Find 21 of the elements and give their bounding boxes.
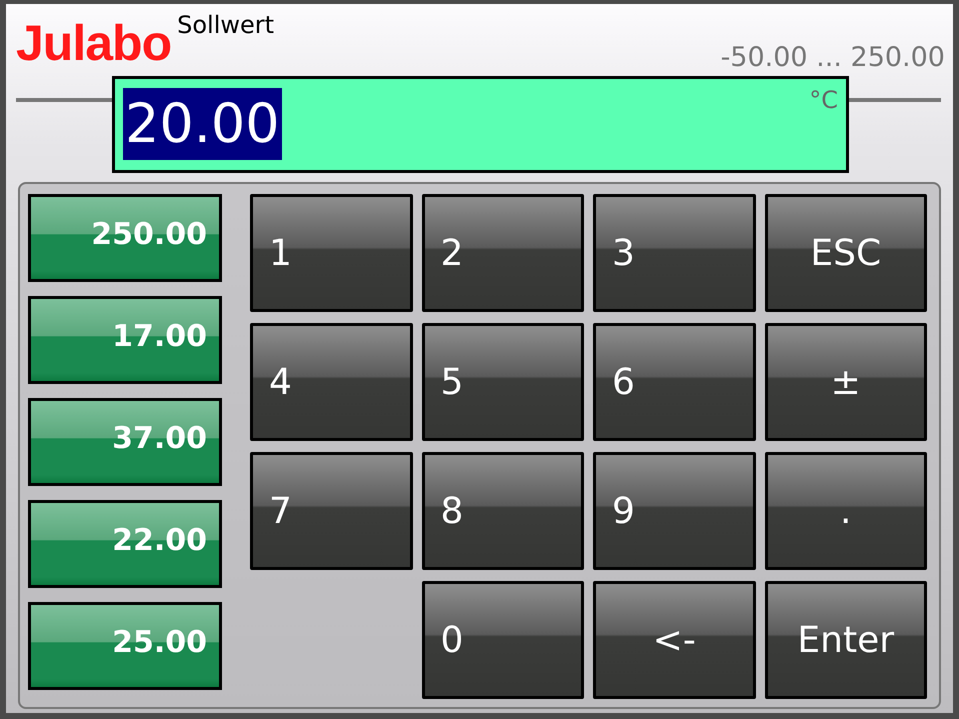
key-button[interactable]: 3 [593,194,756,312]
unit-label: °C [809,88,838,112]
key-button[interactable]: 9 [593,452,756,570]
key-button[interactable]: 4 [250,323,412,441]
key-button[interactable]: 5 [422,323,584,441]
key-button[interactable]: 2 [422,194,584,312]
key-button[interactable]: 6 [593,323,756,441]
range-label: -50.00 ... 250.00 [720,42,945,73]
key-button[interactable]: 1 [250,194,412,312]
key-button[interactable]: . [764,452,927,570]
key-button[interactable]: <- [593,581,756,699]
key-button[interactable]: ESC [764,194,927,312]
page-title: Sollwert [177,10,274,40]
value-field[interactable]: 20.00 °C [112,76,849,174]
key-button[interactable]: 0 [422,581,584,699]
value-text: 20.00 [123,88,282,160]
key-button[interactable]: ± [764,323,927,441]
key-button[interactable]: 8 [422,452,584,570]
key-button[interactable]: 7 [250,452,412,570]
logo: Julabo [16,16,172,70]
key-button[interactable]: Enter [764,581,927,699]
